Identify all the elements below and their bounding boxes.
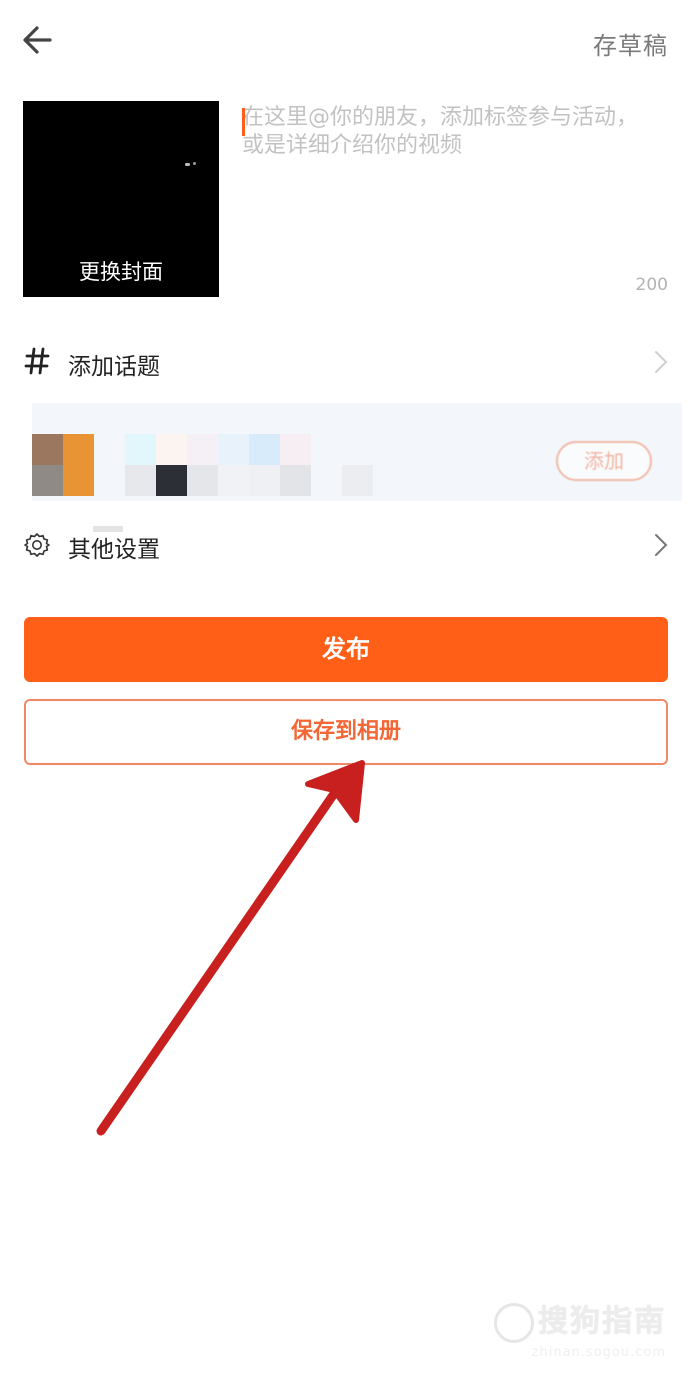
sogou-logo-icon [494,1302,534,1343]
save-to-album-button[interactable]: 保存到相册 [24,699,668,765]
chevron-right-icon [655,534,668,556]
blurred-pixel [156,465,187,496]
back-button[interactable] [20,22,60,58]
other-settings-label: 其他设置 [68,537,160,563]
blurred-recommendation-banner: 添加 [32,403,682,501]
cover-speck [185,163,190,166]
blurred-pixel [342,465,373,496]
promo-add-button[interactable]: 添加 [556,441,652,481]
watermark: 搜狗指南 zhinan.sogou.com [494,1296,666,1360]
blurred-pixel [125,465,156,496]
description-input[interactable] [242,104,642,204]
change-cover-label: 更换封面 [79,260,163,284]
blurred-thumbnail [63,434,94,465]
chevron-right-icon [655,351,668,373]
other-settings-row[interactable]: 其他设置 [0,515,692,575]
save-draft-button[interactable]: 存草稿 [593,26,668,61]
blurred-thumbnail [63,465,94,496]
publish-button[interactable]: 发布 [24,617,668,682]
blurred-pixel [187,465,218,496]
description-area [242,104,662,264]
back-arrow-icon [23,26,52,54]
blurred-pixel [280,465,311,496]
text-cursor [242,108,245,136]
add-topic-row[interactable]: 添加话题 [0,332,692,392]
char-count: 200 [635,275,668,295]
blurred-pixel [156,434,187,465]
gear-icon [24,533,50,557]
cover-thumbnail[interactable]: 更换封面 [23,101,219,297]
blurred-pixel [249,465,280,496]
blurred-pixel [125,434,156,465]
blurred-thumbnail [32,434,63,465]
blurred-pixel [280,434,311,465]
watermark-text: 搜狗指南 [538,1304,666,1339]
hash-icon [24,347,50,375]
blurred-pixel [249,434,280,465]
blurred-pixel [218,434,249,465]
cover-speck [193,162,196,165]
blurred-pixel [187,434,218,465]
blurred-thumbnail [32,465,63,496]
watermark-url: zhinan.sogou.com [531,1344,666,1360]
add-topic-label: 添加话题 [68,354,160,380]
blurred-pixel [218,465,249,496]
